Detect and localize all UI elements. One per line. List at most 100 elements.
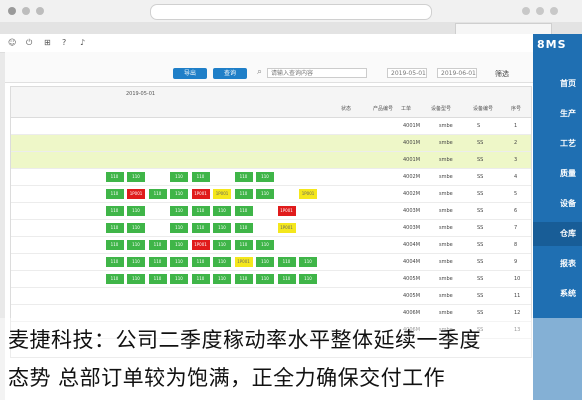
grid-icon[interactable]: ⊞ — [44, 38, 51, 47]
window-icon[interactable] — [536, 7, 544, 15]
schedule-cell-green[interactable]: 110 — [191, 274, 210, 284]
sidebar-item[interactable]: 生产 — [533, 102, 582, 126]
date-from-input[interactable]: 2019-05-01 — [387, 68, 427, 78]
schedule-cell-green[interactable]: 110 — [213, 257, 231, 267]
sidebar-item[interactable]: 首页 — [533, 72, 582, 96]
schedule-cell-green[interactable]: 110 — [127, 223, 145, 233]
refresh-icon[interactable] — [36, 7, 44, 15]
schedule-cell-green[interactable]: 110 — [105, 240, 124, 250]
date-range-header: 2019-05-01 — [126, 91, 156, 97]
export-button[interactable]: 导出 — [173, 68, 207, 79]
date-to-input[interactable]: 2019-06-01 — [437, 68, 477, 78]
schedule-cell-green[interactable]: 110 — [127, 274, 145, 284]
schedule-cell-green[interactable]: 110 — [105, 189, 124, 199]
row-model: smbe — [439, 293, 453, 299]
schedule-cell-green[interactable]: 110 — [127, 172, 145, 182]
schedule-cell-green[interactable]: 110 — [256, 240, 274, 250]
schedule-cell-green[interactable]: 110 — [234, 240, 253, 250]
schedule-cell-green[interactable]: 110 — [191, 257, 210, 267]
schedule-cell-green[interactable]: 110 — [234, 206, 253, 216]
schedule-cell-green[interactable]: 110 — [256, 172, 274, 182]
schedule-cell-yellow[interactable]: 1P001 — [299, 189, 317, 199]
schedule-cell-green[interactable]: 110 — [170, 189, 188, 199]
schedule-cell-green[interactable]: 110 — [277, 257, 296, 267]
sidebar-item[interactable]: 设备 — [533, 192, 582, 216]
schedule-cell-green[interactable]: 110 — [299, 257, 317, 267]
bell-icon[interactable]: ♪ — [80, 38, 85, 47]
row-no: 3 — [514, 157, 518, 163]
schedule-cell-green[interactable]: 110 — [234, 274, 253, 284]
schedule-cell-green[interactable]: 110 — [170, 206, 188, 216]
table-row[interactable]: 1 Ssmbe 4001M — [11, 118, 531, 135]
schedule-cell-green[interactable]: 110 — [170, 240, 188, 250]
back-icon[interactable] — [8, 7, 16, 15]
schedule-cell-green[interactable]: 110 — [234, 223, 253, 233]
schedule-cell-green[interactable]: 110 — [105, 172, 124, 182]
schedule-cell-green[interactable]: 110 — [170, 172, 188, 182]
schedule-cell-green[interactable]: 110 — [256, 274, 274, 284]
schedule-cell-green[interactable]: 110 — [105, 223, 124, 233]
schedule-cell-red[interactable]: 1P001 — [277, 206, 296, 216]
schedule-cell-green[interactable]: 110 — [127, 240, 145, 250]
search-input[interactable]: 请输入查询内容 — [267, 68, 367, 78]
schedule-cell-green[interactable]: 110 — [170, 274, 188, 284]
schedule-cell-green[interactable]: 110 — [127, 206, 145, 216]
schedule-cell-green[interactable]: 110 — [256, 189, 274, 199]
menu-icon[interactable] — [522, 7, 530, 15]
row-model: smbe — [439, 208, 453, 214]
address-bar[interactable] — [150, 4, 432, 20]
schedule-cell-green[interactable]: 110 — [191, 223, 210, 233]
schedule-cell-green[interactable]: 110 — [105, 206, 124, 216]
schedule-cell-green[interactable]: 110 — [213, 223, 231, 233]
schedule-cell-yellow[interactable]: 1P001 — [277, 223, 296, 233]
row-wo: 4004M — [403, 259, 421, 265]
help-icon[interactable]: ? — [62, 38, 66, 47]
sidebar-item[interactable]: 质量 — [533, 162, 582, 186]
schedule-cell-green[interactable]: 110 — [234, 172, 253, 182]
sidebar-item[interactable]: 工艺 — [533, 132, 582, 156]
table-row[interactable]: 11 SS smbe 4005M — [11, 288, 531, 305]
schedule-cell-green[interactable]: 110 — [213, 274, 231, 284]
table-row[interactable]: 6 SS smbe 4003M — [11, 203, 531, 220]
schedule-cell-green[interactable]: 110 — [148, 240, 167, 250]
schedule-cell-green[interactable]: 110 — [170, 223, 188, 233]
schedule-cell-yellow[interactable]: 1P001 — [213, 189, 231, 199]
table-row[interactable]: 3 SS smbe 4001M — [11, 152, 531, 169]
schedule-cell-green[interactable]: 110 — [148, 189, 167, 199]
sidebar-item[interactable]: 系统 — [533, 282, 582, 306]
row-model: smbe — [439, 242, 453, 248]
schedule-cell-green[interactable]: 110 — [191, 206, 210, 216]
close-icon[interactable] — [550, 7, 558, 15]
logout-icon[interactable]: ⏻ — [26, 38, 32, 48]
schedule-cell-green[interactable]: 110 — [105, 274, 124, 284]
query-button[interactable]: 查询 — [213, 68, 247, 79]
browser-tab[interactable] — [455, 23, 552, 34]
schedule-cell-green[interactable]: 110 — [213, 206, 231, 216]
schedule-cell-green[interactable]: 110 — [277, 274, 296, 284]
row-model: smbe — [439, 276, 453, 282]
user-icon[interactable]: ☺ — [8, 38, 16, 47]
row-code: SS — [477, 140, 484, 146]
row-wo: 4006M — [403, 310, 421, 316]
sidebar-item[interactable]: 仓库 — [533, 222, 582, 246]
schedule-cell-red[interactable]: 1P001 — [191, 189, 210, 199]
table-row[interactable]: 7 SS smbe 4003M — [11, 220, 531, 237]
search-icon[interactable]: ⌕ — [257, 67, 262, 77]
schedule-cell-green[interactable]: 110 — [191, 172, 210, 182]
schedule-cell-green[interactable]: 110 — [299, 274, 317, 284]
schedule-cell-green[interactable]: 110 — [127, 257, 145, 267]
schedule-cell-green[interactable]: 110 — [105, 257, 124, 267]
schedule-cell-red[interactable]: 1P001 — [191, 240, 210, 250]
schedule-cell-green[interactable]: 110 — [213, 240, 231, 250]
schedule-cell-green[interactable]: 110 — [148, 257, 167, 267]
schedule-cell-green[interactable]: 110 — [256, 257, 274, 267]
table-row[interactable]: 2 SS smbe 4001M — [11, 135, 531, 152]
schedule-cell-red[interactable]: 1P001 — [127, 189, 145, 199]
caption-line-2: 态势 总部订单较为饱满，正全力确保交付工作 — [8, 366, 446, 390]
schedule-cell-green[interactable]: 110 — [234, 189, 253, 199]
schedule-cell-green[interactable]: 110 — [148, 274, 167, 284]
schedule-cell-green[interactable]: 110 — [170, 257, 188, 267]
forward-icon[interactable] — [22, 7, 30, 15]
sidebar-item[interactable]: 报表 — [533, 252, 582, 276]
schedule-cell-yellow[interactable]: 1P001 — [234, 257, 253, 267]
